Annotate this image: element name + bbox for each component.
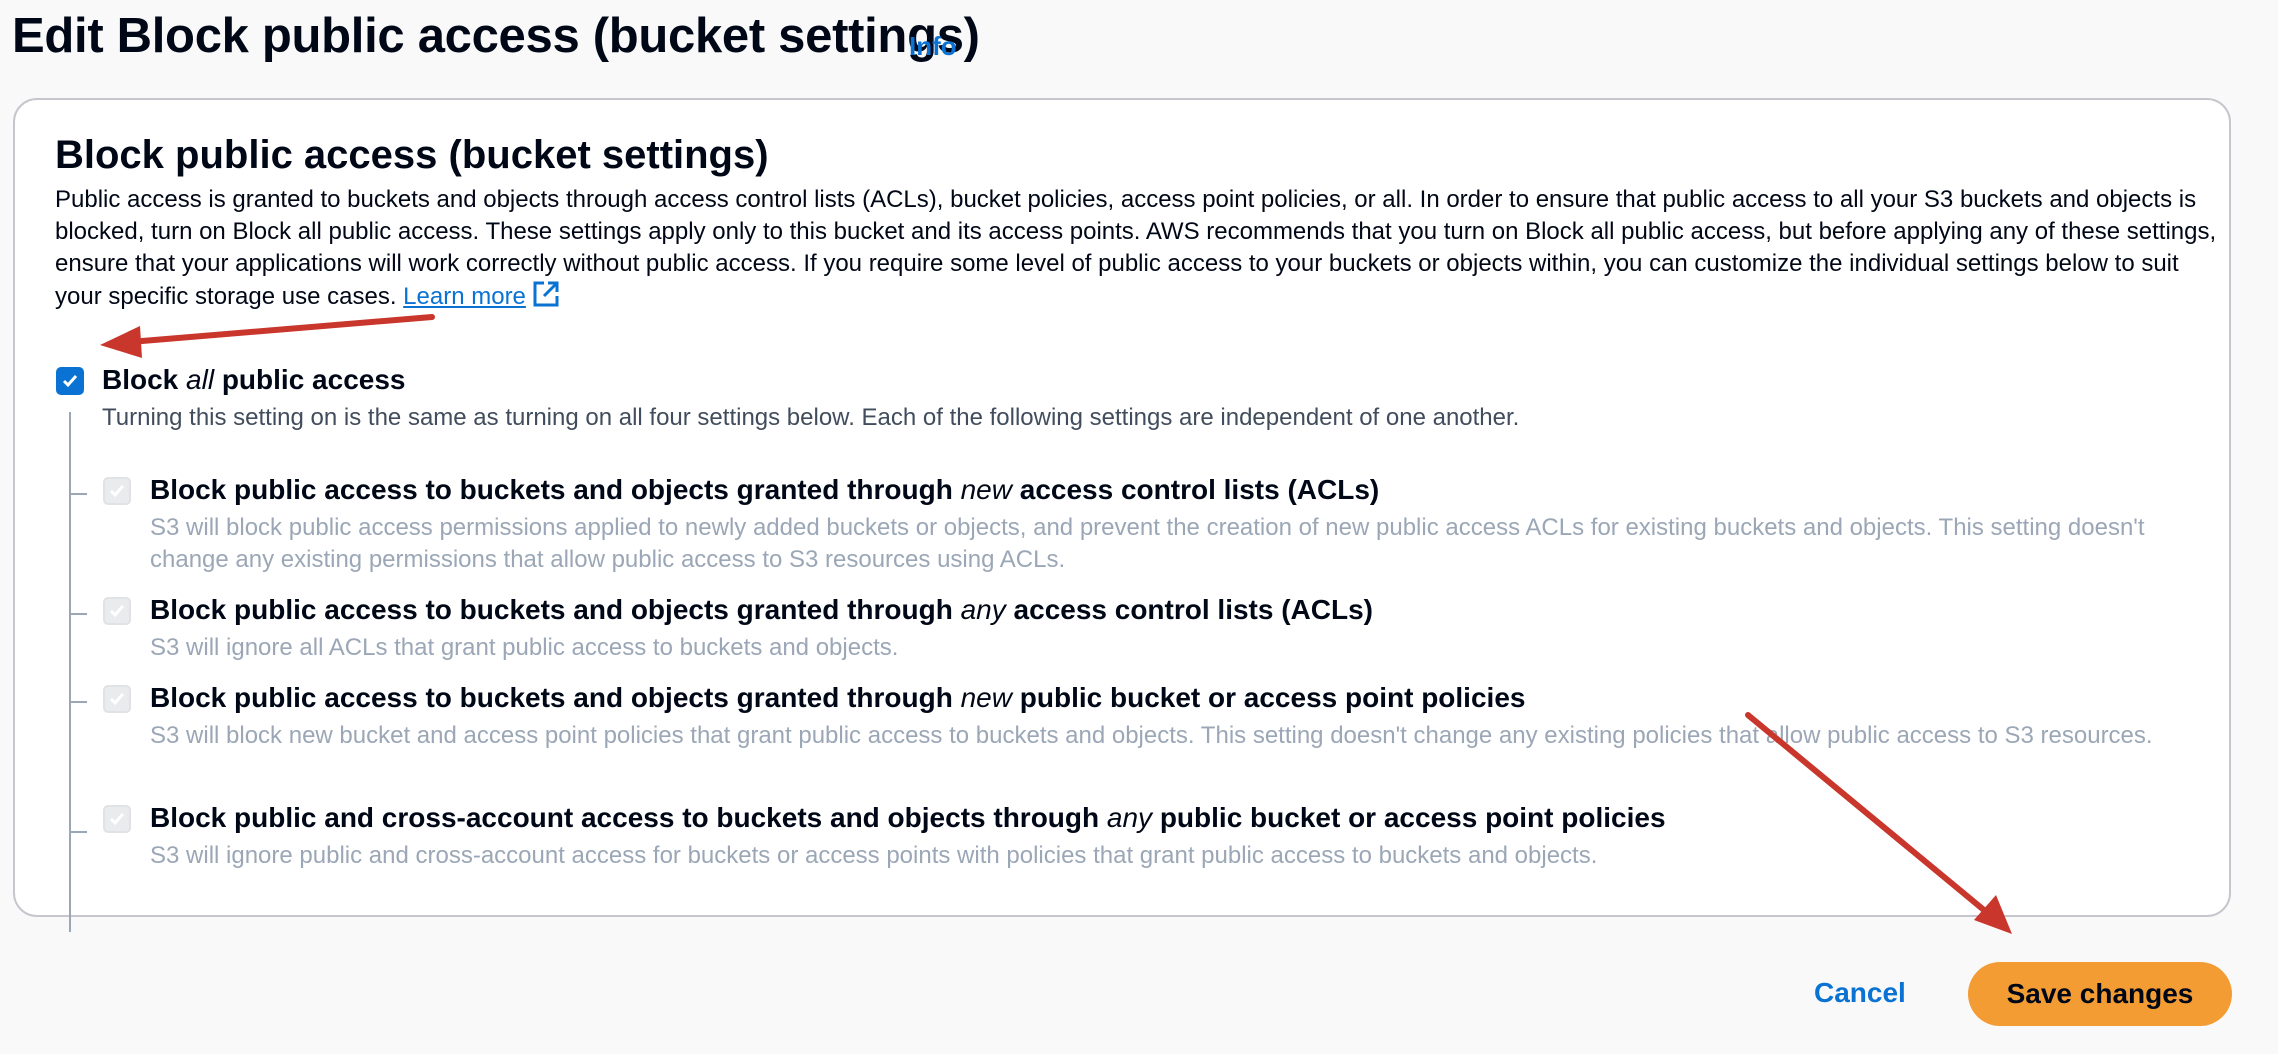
block-all-checkbox[interactable] [56,367,84,395]
block-any-acls-description: S3 will ignore all ACLs that grant publi… [150,634,899,661]
tree-connector-vertical [69,412,71,932]
panel-description-text: Public access is granted to buckets and … [55,186,2217,310]
save-changes-button[interactable]: Save changes [1968,962,2232,1026]
block-new-policies-description: S3 will block new bucket and access poin… [150,722,2153,749]
option-label-em: new [960,474,1012,505]
block-all-label-post: public access [214,364,406,395]
block-new-acls-description: S3 will block public access permissions … [150,514,2145,573]
tree-connector [69,613,87,615]
block-public-access-panel: Block public access (bucket settings) Pu… [13,98,2231,932]
checkmark-icon [109,485,125,498]
panel-title: Block public access (bucket settings) [55,133,769,177]
external-link-icon [532,280,560,317]
option-label-pre: Block public access to buckets and objec… [150,682,961,713]
option-label-em: any [1106,802,1153,833]
block-new-policies-checkbox[interactable] [103,685,131,713]
info-link[interactable]: Info [909,31,957,62]
block-new-acls-label[interactable]: Block public access to buckets and objec… [150,474,1379,506]
option-label-post: public bucket or access point policies [1011,682,1526,713]
option-label-pre: Block public access to buckets and objec… [150,474,961,505]
block-any-policies-label[interactable]: Block public and cross-account access to… [150,802,1666,834]
checkmark-icon [62,375,78,388]
block-all-label[interactable]: Block all public access [102,364,405,396]
block-any-acls-checkbox[interactable] [103,597,131,625]
tree-connector [69,701,87,703]
block-all-label-em: all [186,364,215,395]
option-label-post: access control lists (ACLs) [1005,594,1373,625]
option-label-em: new [960,682,1012,713]
learn-more-link[interactable]: Learn more [403,281,560,310]
block-any-acls-label[interactable]: Block public access to buckets and objec… [150,594,1373,626]
block-new-policies-label[interactable]: Block public access to buckets and objec… [150,682,1525,714]
block-new-acls-checkbox[interactable] [103,477,131,505]
option-label-post: access control lists (ACLs) [1011,474,1380,505]
block-any-policies-checkbox[interactable] [103,805,131,833]
cancel-button[interactable]: Cancel [1814,977,1906,1009]
block-all-label-pre: Block [102,364,187,395]
tree-connector [69,493,87,495]
option-label-em: any [960,594,1006,625]
block-any-policies-description: S3 will ignore public and cross-account … [150,842,1598,869]
option-label-pre: Block public and cross-account access to… [150,802,1107,833]
checkmark-icon [109,605,125,618]
panel-description: Public access is granted to buckets and … [55,184,2225,317]
block-all-description: Turning this setting on is the same as t… [102,404,1520,431]
learn-more-label: Learn more [403,283,526,310]
checkmark-icon [109,693,125,706]
checkmark-icon [109,813,125,826]
option-label-post: public bucket or access point policies [1152,802,1666,833]
page-title: Edit Block public access (bucket setting… [12,9,980,63]
option-label-pre: Block public access to buckets and objec… [150,594,961,625]
tree-connector [69,831,87,833]
